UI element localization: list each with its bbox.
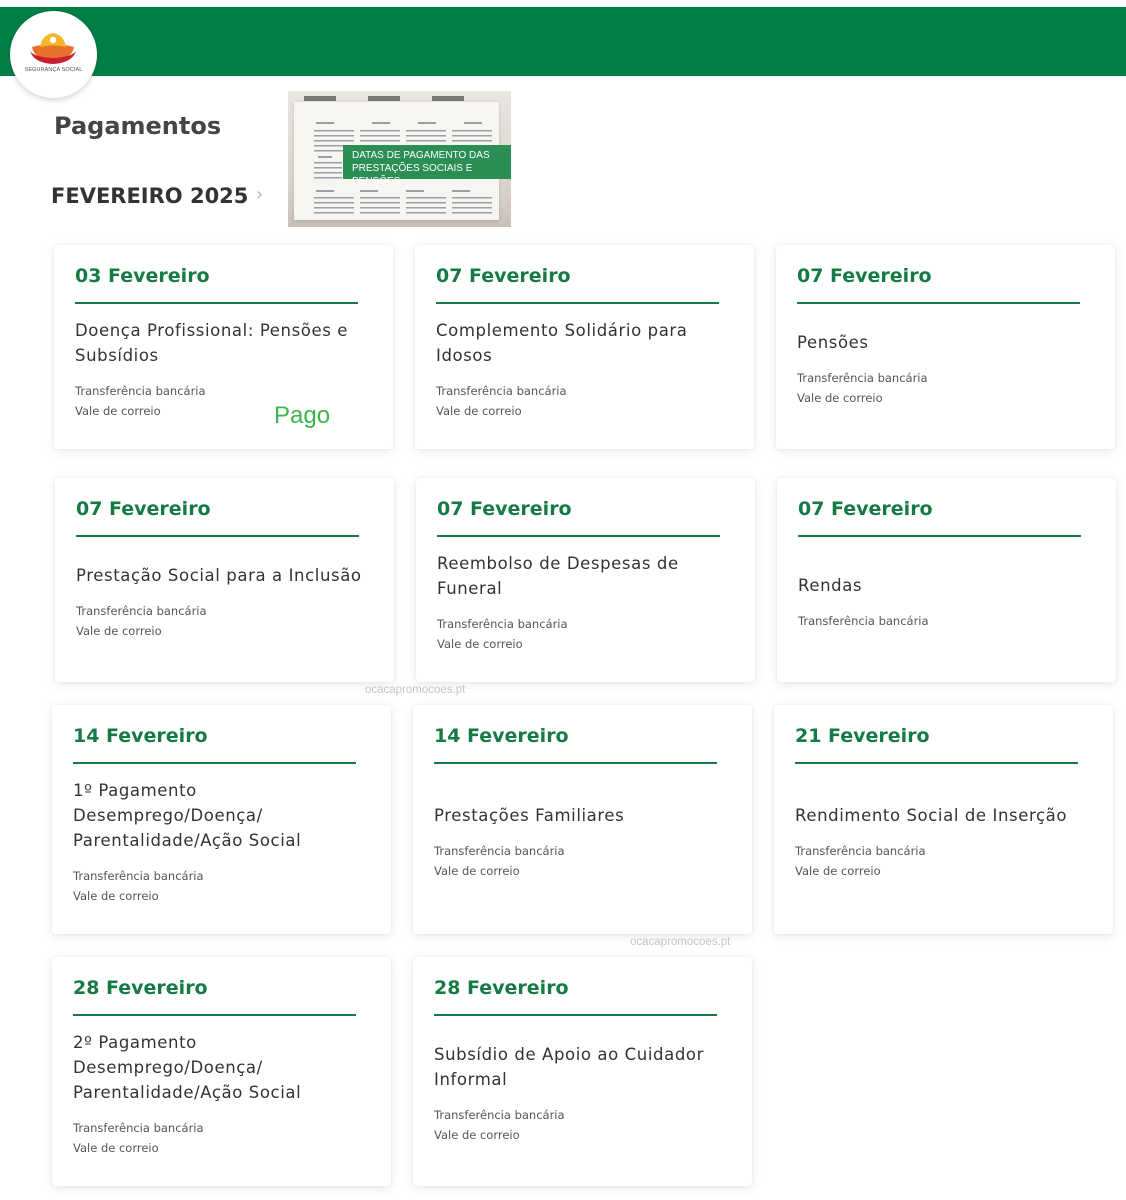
payment-method: Vale de correio — [73, 888, 159, 903]
payment-method: Transferência bancária — [434, 844, 565, 858]
payment-methods: Transferência bancária — [798, 612, 929, 632]
payment-method: Vale de correio — [437, 636, 523, 651]
date-divider — [798, 535, 1081, 537]
benefit-name: Doença Profissional: Pensões e Subsídios — [75, 321, 349, 365]
benefit-name: 1º Pagamento Desemprego/Doença/ Parental… — [73, 781, 302, 850]
payment-date: 03 Fevereiro — [75, 265, 210, 287]
payment-method: Vale de correio — [434, 1127, 520, 1142]
payment-date: 07 Fevereiro — [436, 265, 571, 287]
payment-card[interactable]: 14 Fevereiro Prestações Familiares Trans… — [413, 705, 752, 934]
benefit-name: Pensões — [797, 333, 869, 352]
benefit-name: Subsídio de Apoio ao Cuidador Informal — [434, 1045, 704, 1089]
payment-methods: Transferência bancária Vale de correio — [75, 382, 206, 421]
payment-date: 07 Fevereiro — [76, 498, 211, 520]
date-divider — [434, 762, 717, 764]
watermark: ocacapromocoes.pt — [630, 936, 731, 948]
payment-card[interactable]: 28 Fevereiro 2º Pagamento Desemprego/Doe… — [52, 957, 391, 1186]
payment-card[interactable]: 28 Fevereiro Subsídio de Apoio ao Cuidad… — [413, 957, 752, 1186]
payment-method: Transferência bancária — [73, 869, 204, 883]
payment-methods: Transferência bancária Vale de correio — [434, 1106, 565, 1145]
payment-method: Vale de correio — [795, 863, 881, 878]
payment-date: 28 Fevereiro — [434, 977, 569, 999]
payment-date: 14 Fevereiro — [434, 725, 569, 747]
date-divider — [437, 535, 720, 537]
payment-method: Transferência bancária — [436, 384, 567, 398]
payment-card[interactable]: 07 Fevereiro Complemento Solidário para … — [415, 245, 754, 449]
payment-card[interactable]: 03 Fevereiro Doença Profissional: Pensõe… — [54, 245, 393, 449]
date-divider — [75, 302, 358, 304]
banner-caption-line-2: PRESTAÇÕES SOCIAIS E PENSÕES — [352, 163, 473, 187]
payment-method: Vale de correio — [797, 390, 883, 405]
payment-method: Transferência bancária — [75, 384, 206, 398]
watermark: ocacapromocoes.pt — [365, 684, 466, 696]
payment-calendar-banner: DATAS DE PAGAMENTO DAS PRESTAÇÕES SOCIAI… — [288, 91, 511, 227]
payment-card[interactable]: 07 Fevereiro Rendas Transferência bancár… — [777, 478, 1116, 682]
benefit-name: Rendas — [798, 576, 863, 595]
banner-caption-line-1: DATAS DE PAGAMENTO DAS — [352, 150, 490, 161]
payment-method: Vale de correio — [436, 403, 522, 418]
benefit-name: Prestações Familiares — [434, 806, 625, 825]
payment-date: 21 Fevereiro — [795, 725, 930, 747]
payment-method: Transferência bancária — [795, 844, 926, 858]
payment-methods: Transferência bancária Vale de correio — [73, 867, 204, 906]
payment-card[interactable]: 14 Fevereiro 1º Pagamento Desemprego/Doe… — [52, 705, 391, 934]
payment-method: Transferência bancária — [73, 1121, 204, 1135]
payment-method: Vale de correio — [75, 403, 161, 418]
logo-emblem-icon — [30, 33, 76, 64]
payment-methods: Transferência bancária Vale de correio — [73, 1119, 204, 1158]
payment-card[interactable]: 21 Fevereiro Rendimento Social de Inserç… — [774, 705, 1113, 934]
payment-date: 14 Fevereiro — [73, 725, 208, 747]
chevron-right-icon[interactable]: › — [256, 184, 263, 205]
benefit-name: Complemento Solidário para Idosos — [436, 321, 688, 365]
payment-method: Vale de correio — [73, 1140, 159, 1155]
payment-method: Vale de correio — [76, 623, 162, 638]
payment-date: 07 Fevereiro — [798, 498, 933, 520]
payment-method: Transferência bancária — [434, 1108, 565, 1122]
payment-method: Vale de correio — [434, 863, 520, 878]
payment-date: 07 Fevereiro — [437, 498, 572, 520]
payment-methods: Transferência bancária Vale de correio — [797, 369, 928, 408]
date-divider — [73, 762, 356, 764]
logo-caption: SEGURANÇA SOCIAL — [24, 67, 83, 73]
benefit-name: Rendimento Social de Inserção — [795, 806, 1068, 825]
payment-method: Transferência bancária — [76, 604, 207, 618]
payment-methods: Transferência bancária Vale de correio — [76, 602, 207, 641]
benefit-name: Prestação Social para a Inclusão — [76, 566, 362, 585]
date-divider — [76, 535, 359, 537]
payment-date: 28 Fevereiro — [73, 977, 208, 999]
benefit-name: Reembolso de Despesas de Funeral — [437, 554, 679, 598]
banner-caption: DATAS DE PAGAMENTO DAS PRESTAÇÕES SOCIAI… — [343, 145, 511, 187]
payment-methods: Transferência bancária Vale de correio — [437, 615, 568, 654]
payment-method: Transferência bancária — [797, 371, 928, 385]
month-selector[interactable]: FEVEREIRO 2025 — [51, 184, 248, 208]
payment-card[interactable]: 07 Fevereiro Prestação Social para a Inc… — [55, 478, 394, 682]
seguranca-social-logo[interactable]: SEGURANÇA SOCIAL — [10, 11, 97, 98]
payment-method: Transferência bancária — [798, 614, 929, 628]
paid-status-badge: Pago — [274, 402, 331, 429]
benefit-name: 2º Pagamento Desemprego/Doença/ Parental… — [73, 1033, 302, 1102]
payment-methods: Transferência bancária Vale de correio — [434, 842, 565, 881]
payment-card[interactable]: 07 Fevereiro Reembolso de Despesas de Fu… — [416, 478, 755, 682]
payment-card[interactable]: 07 Fevereiro Pensões Transferência bancá… — [776, 245, 1115, 449]
date-divider — [436, 302, 719, 304]
date-divider — [73, 1014, 356, 1016]
date-divider — [795, 762, 1078, 764]
date-divider — [434, 1014, 717, 1016]
payment-methods: Transferência bancária Vale de correio — [795, 842, 926, 881]
date-divider — [797, 302, 1080, 304]
payment-date: 07 Fevereiro — [797, 265, 932, 287]
page-title: Pagamentos — [54, 112, 222, 140]
payment-method: Transferência bancária — [437, 617, 568, 631]
top-header-bar — [0, 7, 1126, 76]
payment-methods: Transferência bancária Vale de correio — [436, 382, 567, 421]
